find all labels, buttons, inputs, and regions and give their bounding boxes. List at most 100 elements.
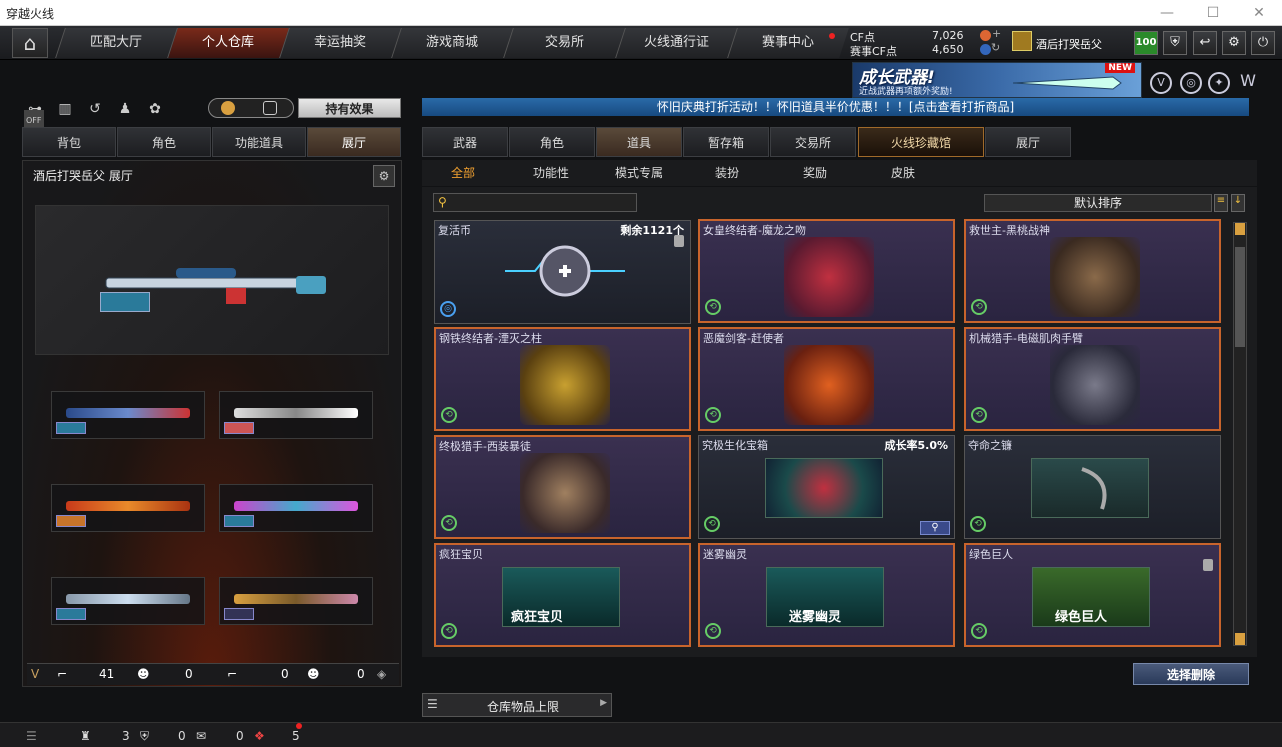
event-icon-3[interactable]: ✦ (1208, 72, 1230, 94)
gear-icon[interactable]: ⚙ (373, 165, 395, 187)
trash-icon[interactable] (1203, 559, 1213, 571)
swap-icon: ⟲ (705, 407, 721, 423)
item-card[interactable]: 终极猎手-西装暴徒 ⟲ (434, 435, 691, 539)
plus-icon[interactable]: + (992, 27, 1001, 40)
select-delete-button[interactable]: 选择删除 (1133, 663, 1249, 685)
tab-character[interactable]: 角色 (117, 127, 211, 157)
character-art: 疯狂宝贝 (502, 567, 620, 627)
friends-icon[interactable]: ♜ (80, 729, 91, 743)
subtab-functional[interactable]: 功能性 (533, 164, 569, 181)
tab-exchange[interactable]: 交易所 (770, 127, 856, 157)
power-icon[interactable]: ⏻ (1251, 31, 1275, 55)
tab-storage[interactable]: 暂存箱 (683, 127, 769, 157)
capacity-button[interactable]: ☰ 仓库物品上限 ▶ (422, 693, 612, 717)
item-card[interactable]: 女皇终结者-魔龙之吻 ⟲ (698, 219, 955, 323)
sort-select[interactable]: 默认排序 (984, 194, 1212, 212)
minimize-button[interactable]: — (1144, 0, 1190, 26)
user-name: 酒后打哭岳父 (1036, 38, 1102, 51)
item-name: 机械猎手-电磁肌肉手臂 (969, 332, 1083, 345)
shield-view-icon[interactable] (263, 101, 277, 115)
weapon-slot[interactable] (219, 577, 373, 625)
menu-icon[interactable]: ☰ (26, 729, 37, 743)
tab-showroom[interactable]: 展厅 (307, 127, 401, 157)
cycle-icon[interactable]: ↺ (84, 98, 106, 120)
subtab-reward[interactable]: 奖励 (803, 164, 827, 181)
item-name: 女皇终结者-魔龙之吻 (703, 224, 806, 237)
tab-function-items[interactable]: 功能道具 (212, 127, 306, 157)
scroll-down-icon[interactable] (1235, 633, 1245, 645)
weapon-slot[interactable] (51, 391, 205, 439)
tab-backpack[interactable]: 背包 (22, 127, 116, 157)
weapon-slot[interactable] (219, 484, 373, 532)
character-view-icon[interactable] (221, 101, 235, 115)
promo-banner[interactable]: 成长武器! 近战武器再项额外奖励! NEW (852, 62, 1142, 98)
tab-characters[interactable]: 角色 (509, 127, 595, 157)
level-badge[interactable]: 100 (1134, 31, 1158, 55)
scroll-thumb[interactable] (1235, 247, 1245, 347)
nav-tab-exchange[interactable]: 交易所 (503, 28, 625, 58)
toggle-icon[interactable]: OFF ⊶ (24, 98, 46, 132)
tab-collection[interactable]: 火线珍藏馆 (858, 127, 984, 157)
item-card[interactable]: 机械猎手-电磁肌肉手臂 ⟲ (964, 327, 1221, 431)
featured-weapon-slot[interactable] (35, 205, 389, 355)
subtab-skin[interactable]: 皮肤 (891, 164, 915, 181)
subtab-cosmetic[interactable]: 装扮 (715, 164, 739, 181)
sort-order-icon[interactable]: ↓ (1231, 194, 1245, 212)
clan-icon[interactable]: ⛨ (140, 729, 149, 744)
exit-icon[interactable]: ↩ (1193, 31, 1217, 55)
event-icon-1[interactable]: V (1150, 72, 1172, 94)
item-card[interactable]: 恶魔剑客-赶使者 ⟲ (698, 327, 955, 431)
nav-tab-shop[interactable]: 游戏商城 (391, 28, 513, 58)
tab-items[interactable]: 道具 (596, 127, 682, 157)
nav-tab-warehouse[interactable]: 个人仓库 (167, 28, 289, 58)
currency-box: CF点 7,026 赛事CF点 4,650 + ↻ (846, 26, 1006, 60)
search-icon[interactable]: ⚲ (920, 521, 950, 535)
item-card[interactable]: 究极生化宝箱 成长率5.0% ⟲ ⚲ (698, 435, 955, 539)
scythe-icon (1031, 458, 1149, 518)
shield-icon[interactable]: ⛨ (1163, 31, 1187, 55)
subtab-mode[interactable]: 模式专属 (615, 164, 663, 181)
gift-icon[interactable]: ❖ (254, 729, 265, 743)
item-card[interactable]: 疯狂宝贝 疯狂宝贝 ⟲ (434, 543, 691, 647)
item-note: 成长率5.0% (884, 439, 948, 452)
tab-showroom[interactable]: 展厅 (985, 127, 1071, 157)
weapon-slot[interactable] (219, 391, 373, 439)
item-card[interactable]: 夺命之镰 ⟲ (964, 435, 1221, 539)
subtab-all[interactable]: 全部 (451, 164, 475, 181)
item-card[interactable]: 钢铁终结者-湮灭之柱 ⟲ (434, 327, 691, 431)
held-effect-button[interactable]: 持有效果 (298, 98, 401, 118)
gear-icon[interactable]: ⚙ (1222, 31, 1246, 55)
layers-icon: ☰ (427, 697, 438, 711)
event-icon-2[interactable]: ◎ (1180, 72, 1202, 94)
nav-tab-lottery[interactable]: 幸运抽奖 (279, 28, 401, 58)
item-card[interactable]: 救世主-黑桃战神 ⟲ (964, 219, 1221, 323)
event-icon-4[interactable]: W (1237, 72, 1259, 94)
item-card[interactable]: 复活币 剩余1121个 ◎ (434, 220, 691, 324)
weapon-slot[interactable] (51, 484, 205, 532)
grid-scrollbar[interactable] (1233, 222, 1247, 646)
tab-weapons[interactable]: 武器 (422, 127, 508, 157)
character-art: 绿色巨人 (1032, 567, 1150, 627)
character-portrait (784, 345, 874, 425)
list-view-icon[interactable]: ≡ (1214, 194, 1228, 212)
user-box[interactable]: 酒后打哭岳父 (1008, 30, 1126, 56)
refresh-icon[interactable]: ↻ (991, 41, 1000, 54)
person-icon[interactable]: ♟ (114, 98, 136, 120)
scroll-up-icon[interactable] (1235, 223, 1245, 235)
stats-icon[interactable]: ▥ (54, 98, 76, 120)
item-card[interactable]: 迷雾幽灵 迷雾幽灵 ⟲ (698, 543, 955, 647)
event-notice[interactable]: 怀旧庆典打折活动！！怀旧道具半价优惠！！！[点击查看打折商品] (422, 98, 1249, 116)
nav-tab-pass[interactable]: 火线通行证 (615, 28, 737, 58)
search-input[interactable]: ⚲ (433, 193, 637, 212)
trash-icon[interactable] (674, 235, 684, 247)
chat-icon[interactable]: ✉ (196, 729, 206, 743)
item-card[interactable]: 绿色巨人 绿色巨人 ⟲ (964, 543, 1221, 647)
close-button[interactable]: ✕ (1236, 0, 1282, 26)
nav-tab-match[interactable]: 匹配大厅 (55, 28, 177, 58)
view-toggle[interactable] (208, 98, 294, 118)
bag-icon[interactable]: ✿ (144, 98, 166, 120)
weapon-slot[interactable] (51, 577, 205, 625)
maximize-button[interactable]: ☐ (1190, 0, 1236, 26)
home-icon[interactable]: ⌂ (12, 28, 48, 58)
event-coin-icon (980, 44, 991, 55)
